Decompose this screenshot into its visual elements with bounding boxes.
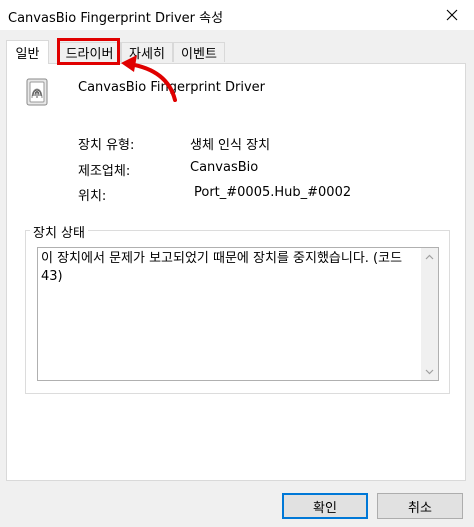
manufacturer-label: 제조업체:	[78, 164, 131, 179]
title-bar: CanvasBio Fingerprint Driver 속성	[0, 0, 474, 30]
scroll-up-button[interactable]	[421, 248, 438, 265]
location-label: 위치:	[78, 189, 107, 204]
properties-dialog: CanvasBio Fingerprint Driver 속성 일반 드라이버 …	[0, 0, 474, 527]
location-value: Port_#0005.Hub_#0002	[194, 185, 352, 200]
device-status-text: 이 장치에서 문제가 보고되었기 때문에 장치를 중지했습니다. (코드 43)	[41, 251, 403, 284]
device-type-label: 장치 유형:	[78, 138, 135, 153]
manufacturer-value: CanvasBio	[190, 160, 259, 175]
chevron-up-icon	[425, 254, 434, 259]
status-scrollbar[interactable]	[421, 248, 438, 380]
device-status-title: 장치 상태	[30, 222, 88, 241]
device-status-textbox[interactable]: 이 장치에서 문제가 보고되었기 때문에 장치를 중지했습니다. (코드 43)	[37, 247, 439, 381]
fingerprint-reader-icon	[26, 78, 48, 106]
window-title: CanvasBio Fingerprint Driver 속성	[8, 11, 224, 26]
chevron-down-icon	[425, 369, 434, 374]
cancel-button[interactable]: 취소	[377, 493, 463, 519]
red-arrow-icon	[121, 55, 177, 102]
tab-general[interactable]: 일반	[6, 40, 49, 64]
device-type-value: 생체 인식 장치	[190, 138, 271, 153]
close-icon	[446, 9, 458, 21]
close-button[interactable]	[430, 0, 474, 30]
scroll-down-button[interactable]	[421, 363, 438, 380]
driver-tab-highlight	[57, 38, 120, 65]
ok-button[interactable]: 확인	[282, 493, 368, 519]
